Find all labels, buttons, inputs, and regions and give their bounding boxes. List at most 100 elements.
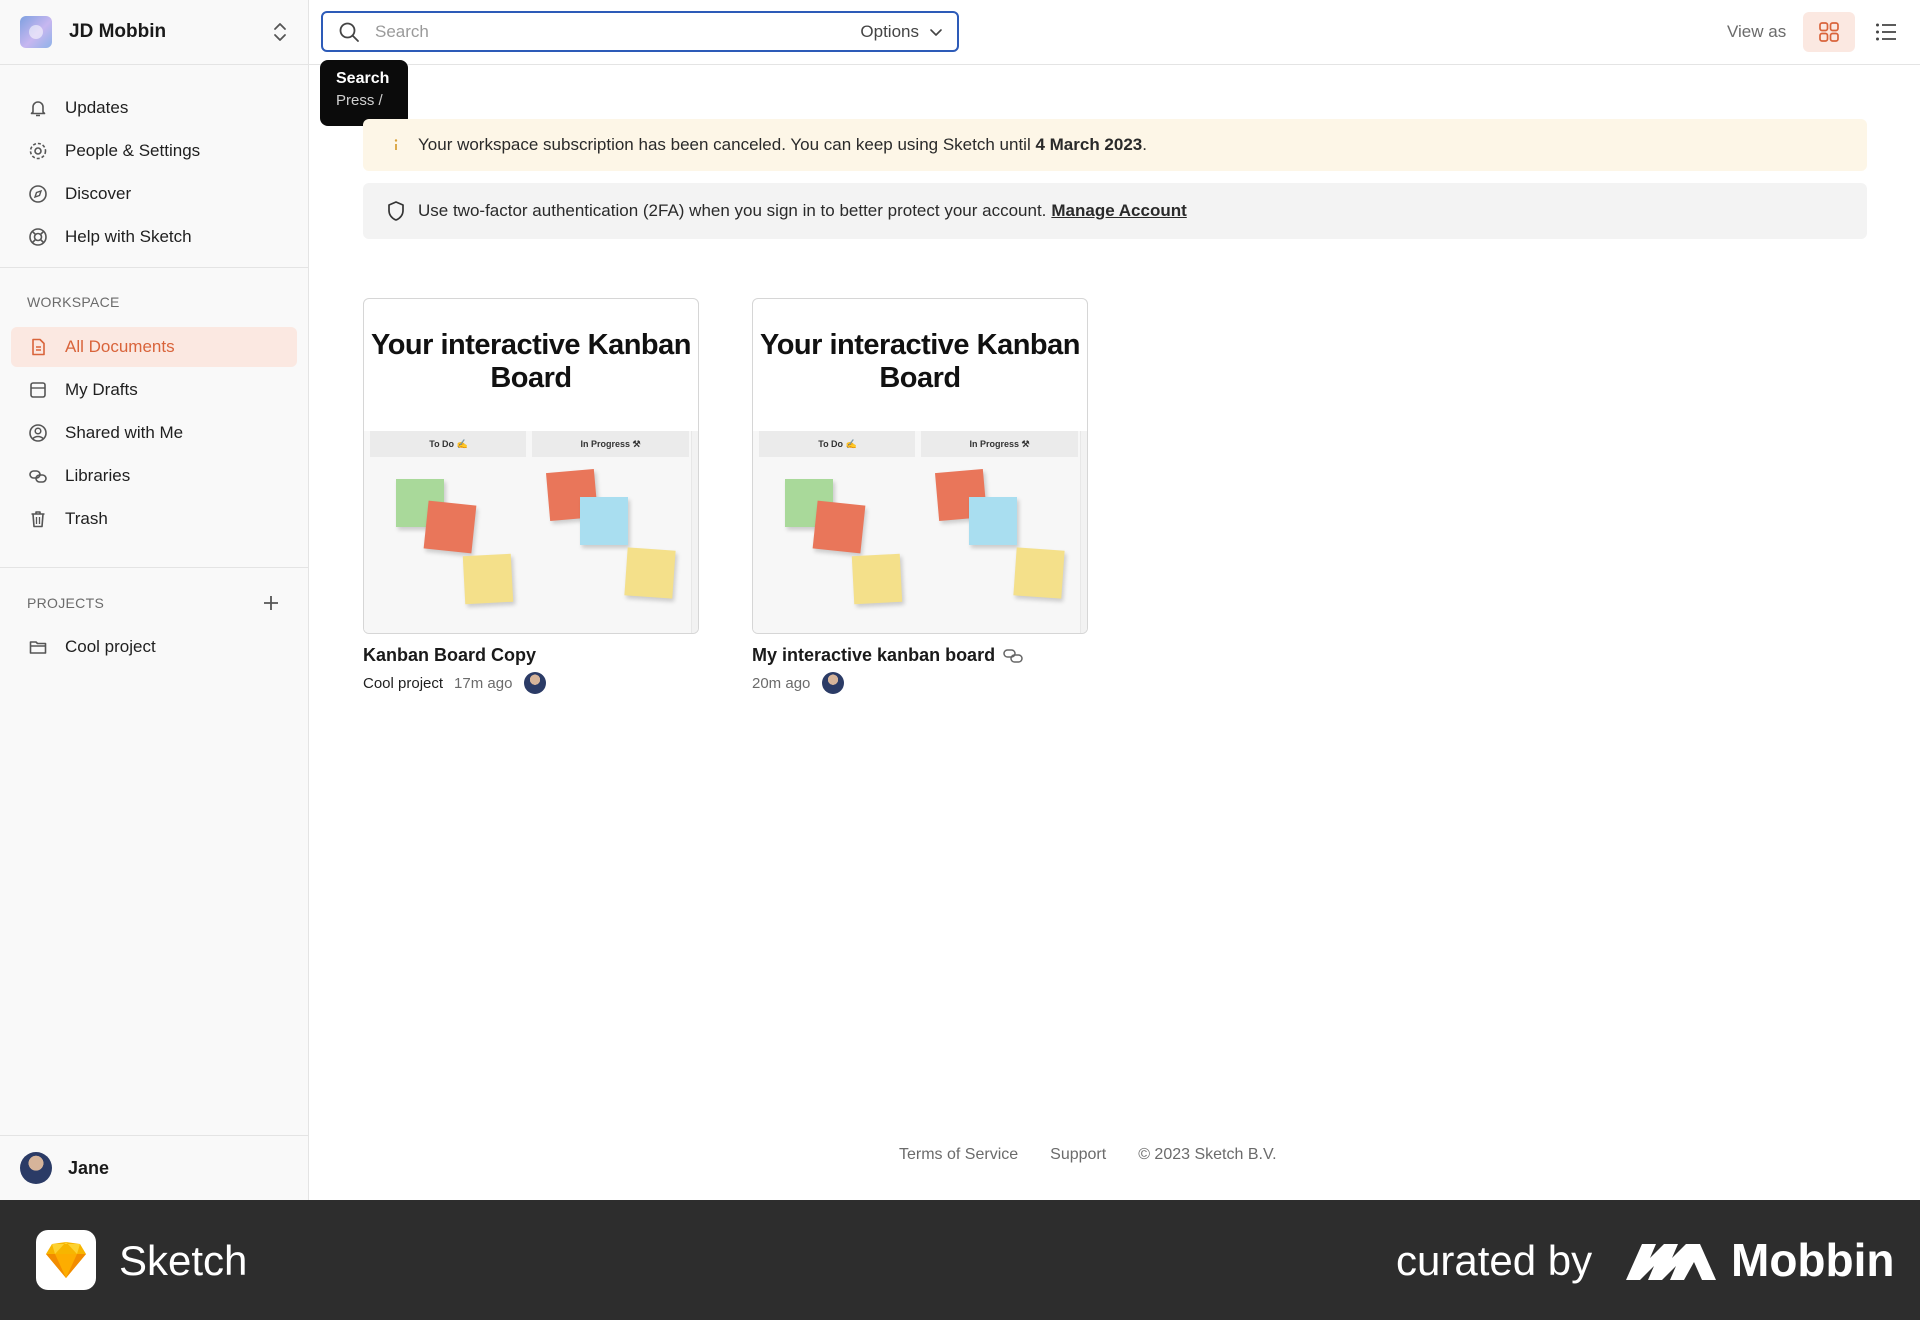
chevron-down-icon — [930, 28, 942, 36]
sticky-note — [462, 553, 514, 605]
sidebar-item-label: Updates — [65, 98, 129, 117]
document-meta: Cool project 17m ago — [363, 672, 699, 694]
sidebar-item-label: All Documents — [65, 337, 175, 356]
avatar — [20, 1152, 52, 1184]
avatar — [524, 672, 547, 694]
lifebuoy-icon — [27, 226, 49, 248]
kanban-preview: To Do ✍ In Progress ⚒ — [753, 431, 1087, 633]
list-icon — [1876, 23, 1896, 41]
sticky-note — [812, 500, 866, 554]
workspace-switcher[interactable]: JD Mobbin — [20, 14, 290, 50]
sidebar-item-label: Help with Sketch — [65, 227, 192, 246]
kanban-column: To Do ✍ — [753, 431, 919, 633]
subscription-text: Your workspace subscription has been can… — [418, 135, 1147, 155]
subscription-date: 4 March 2023 — [1035, 135, 1143, 154]
document-icon — [27, 336, 49, 358]
sticky-note — [423, 500, 477, 554]
info-icon — [385, 134, 407, 156]
document-title[interactable]: My interactive kanban board — [752, 645, 1088, 666]
add-project-button[interactable] — [258, 590, 284, 616]
kanban-column: In Progress ⚒ — [526, 431, 692, 633]
document-time: 17m ago — [454, 674, 513, 692]
sticky-note — [1013, 547, 1065, 599]
user-name: Jane — [68, 1157, 110, 1178]
document-meta: 20m ago — [752, 672, 1088, 694]
gear-icon — [27, 140, 49, 162]
sidebar-item-trash[interactable]: Trash — [11, 499, 297, 539]
sidebar-item-libraries[interactable]: Libraries — [11, 456, 297, 496]
sidebar-item-people-settings[interactable]: People & Settings — [11, 131, 297, 171]
search-tooltip: Search Press / — [320, 60, 408, 126]
document-project[interactable]: Cool project — [363, 675, 443, 692]
avatar — [822, 672, 845, 694]
sidebar: JD Mobbin Updates People & Settings Disc… — [0, 0, 309, 1200]
sidebar-item-help[interactable]: Help with Sketch — [11, 217, 297, 257]
footer: Terms of Service Support © 2023 Sketch B… — [899, 1146, 1309, 1164]
manage-account-link[interactable]: Manage Account — [1051, 201, 1186, 221]
grid-icon — [1819, 22, 1839, 42]
user-menu[interactable]: Jane — [20, 1152, 109, 1184]
mobbin-logo-icon — [1626, 1244, 1716, 1280]
terms-link[interactable]: Terms of Service — [899, 1146, 1018, 1164]
sidebar-item-label: People & Settings — [65, 141, 201, 160]
folder-icon — [27, 636, 49, 658]
sidebar-item-updates[interactable]: Updates — [11, 88, 297, 128]
subscription-message: Your workspace subscription has been can… — [418, 135, 1036, 154]
bell-icon — [27, 97, 49, 119]
document-thumbnail[interactable]: Your interactive Kanban Board To Do ✍ In… — [752, 298, 1088, 634]
sketch-name: Sketch — [119, 1237, 248, 1284]
document-card[interactable]: Your interactive Kanban Board To Do ✍ In… — [363, 298, 699, 694]
subscription-suffix: . — [1142, 135, 1147, 154]
search-options-button[interactable]: Options — [860, 22, 943, 42]
divider — [0, 567, 309, 568]
drafts-icon — [27, 379, 49, 401]
topbar-divider — [309, 64, 1920, 65]
document-title[interactable]: Kanban Board Copy — [363, 645, 699, 666]
search-bar[interactable]: Options — [321, 11, 959, 52]
sticky-note — [624, 547, 676, 599]
sidebar-item-label: Cool project — [65, 637, 156, 656]
search-input[interactable] — [375, 21, 861, 42]
sidebar-item-my-drafts[interactable]: My Drafts — [11, 370, 297, 410]
search-options-label: Options — [860, 21, 919, 41]
curated-by: curated by — [1396, 1237, 1593, 1284]
link-icon — [27, 465, 49, 487]
document-title-text: My interactive kanban board — [752, 645, 996, 665]
sidebar-item-shared-with-me[interactable]: Shared with Me — [11, 413, 297, 453]
compass-icon — [27, 183, 49, 205]
sidebar-item-label: Trash — [65, 509, 108, 528]
sidebar-item-discover[interactable]: Discover — [11, 174, 297, 214]
thumbnail-title: Your interactive Kanban Board — [371, 329, 691, 394]
library-link-icon — [1003, 648, 1023, 663]
document-card[interactable]: Your interactive Kanban Board To Do ✍ In… — [752, 298, 1088, 694]
sidebar-item-all-documents[interactable]: All Documents — [11, 327, 297, 367]
column-header: In Progress ⚒ — [921, 431, 1078, 457]
search-icon — [339, 22, 359, 42]
sticky-note — [580, 497, 628, 545]
document-thumbnail[interactable]: Your interactive Kanban Board To Do ✍ In… — [363, 298, 699, 634]
divider — [0, 64, 309, 65]
column-header: To Do ✍ — [759, 431, 916, 457]
tooltip-title: Search — [336, 70, 390, 87]
support-link[interactable]: Support — [1050, 1146, 1106, 1164]
twofa-text: Use two-factor authentication (2FA) when… — [418, 201, 1047, 220]
grid-view-button[interactable] — [1803, 12, 1855, 52]
sticky-note — [851, 553, 903, 605]
twofa-banner: Use two-factor authentication (2FA) when… — [363, 183, 1867, 239]
subscription-banner: Your workspace subscription has been can… — [363, 119, 1867, 171]
brand-bar: Sketch curated by Mobbin — [0, 1200, 1920, 1320]
mobbin-name: Mobbin — [1731, 1234, 1895, 1286]
plus-icon — [264, 596, 278, 610]
kanban-column: To Do ✍ — [364, 431, 530, 633]
trash-icon — [27, 508, 49, 530]
divider — [0, 1135, 309, 1136]
workspace-name: JD Mobbin — [69, 21, 167, 42]
copyright: © 2023 Sketch B.V. — [1138, 1146, 1277, 1163]
column-header: In Progress ⚒ — [532, 431, 689, 457]
list-view-button[interactable] — [1866, 12, 1906, 52]
sidebar-item-label: Libraries — [65, 466, 131, 485]
kanban-preview: To Do ✍ In Progress ⚒ — [364, 431, 698, 633]
tooltip-shortcut: Press / — [336, 92, 383, 109]
column-header: To Do ✍ — [370, 431, 527, 457]
sidebar-item-cool-project[interactable]: Cool project — [11, 627, 297, 667]
